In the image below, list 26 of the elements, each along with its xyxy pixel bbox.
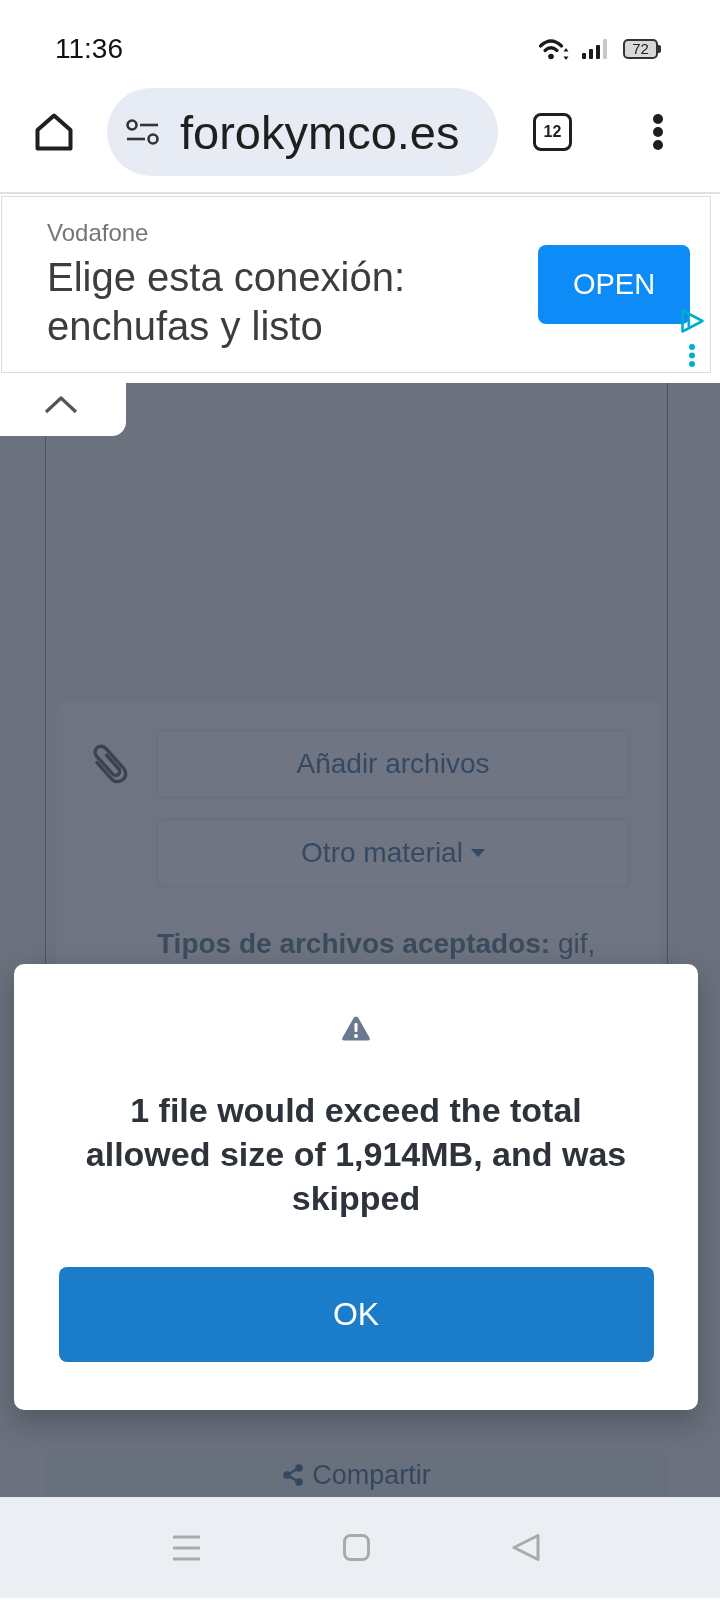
dots-menu-icon[interactable] [652,114,664,150]
tab-switcher-button[interactable]: 12 [533,113,572,151]
open-button[interactable]: OPEN [538,245,690,324]
add-files-button[interactable]: Añadir archivos [157,730,629,798]
url-text: forokymco.es [180,104,460,160]
menu-icon[interactable] [173,1534,200,1561]
ok-button[interactable]: OK [58,1267,654,1362]
status-time: 11:36 [55,33,123,65]
tune-icon[interactable] [126,119,159,145]
collapse-tab[interactable] [0,383,126,436]
home-icon[interactable] [34,112,74,152]
caret-down-icon [470,849,485,857]
address-bar[interactable]: forokymco.es [107,88,498,176]
chevron-up-icon [44,396,78,414]
warning-icon [341,1015,371,1042]
share-icon [282,1464,305,1486]
battery-indicator: 72 [623,39,661,59]
back-icon[interactable] [512,1533,540,1562]
dialog-message: 1 file would exceed the total allowed size of 1,914MB, and was skipped [84,1090,628,1219]
other-material-button[interactable]: Otro material [157,819,629,887]
square-icon[interactable] [343,1534,370,1561]
ad-options-icon[interactable] [689,344,695,367]
wifi-icon [539,37,569,61]
advertiser-name: Vodafone [47,218,150,247]
adchoices-icon[interactable] [680,308,705,334]
ad-headline: Elige esta conexión: enchufas y listo [47,253,406,350]
